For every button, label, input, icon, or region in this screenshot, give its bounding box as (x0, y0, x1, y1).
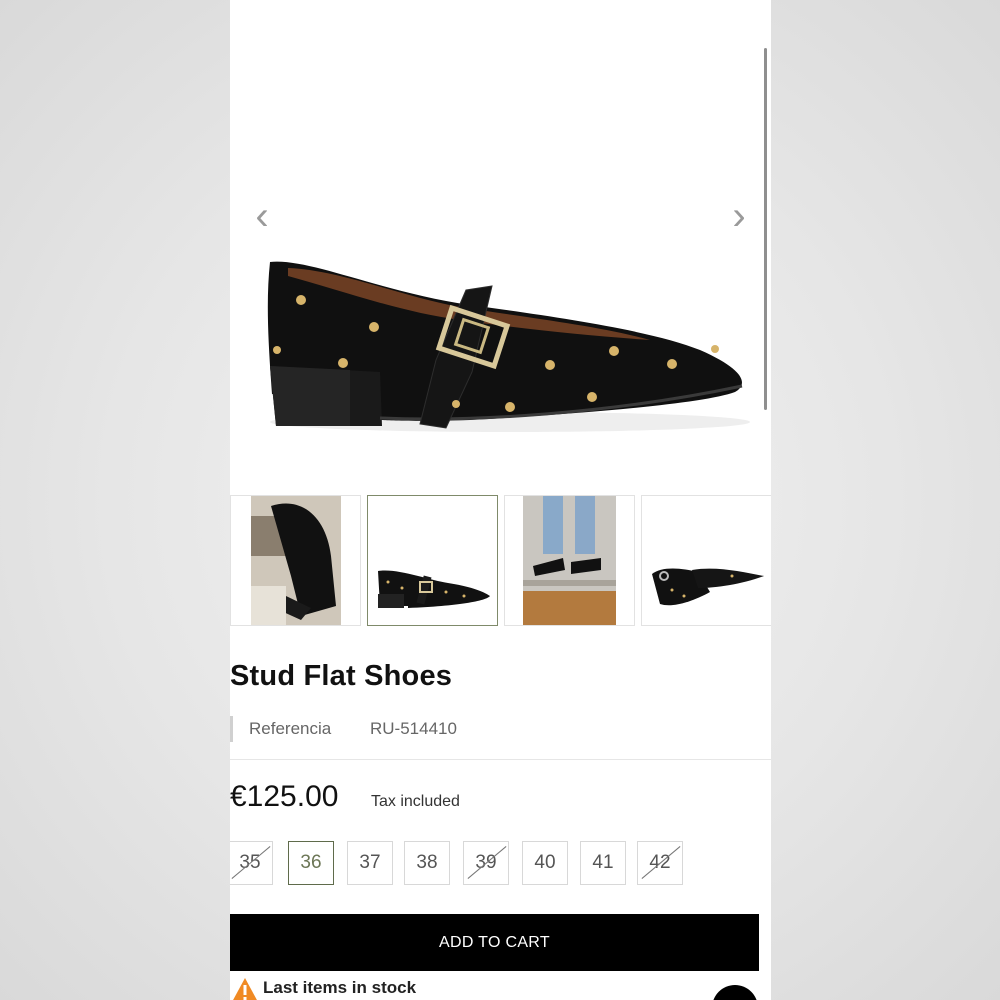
gallery-prev-arrow[interactable]: ‹ (247, 196, 277, 236)
scrollbar[interactable] (764, 48, 767, 410)
unavailable-strike (641, 846, 681, 879)
thumbnail-front-view[interactable] (641, 495, 771, 626)
product-title: Stud Flat Shoes (230, 660, 453, 692)
size-option[interactable]: 40 (522, 841, 568, 885)
reference-divider (230, 716, 233, 742)
size-option[interactable]: 39 (463, 841, 509, 885)
size-option[interactable]: 35 (230, 841, 273, 885)
main-product-image: ‹ › (230, 0, 771, 490)
tax-note: Tax included (371, 793, 460, 810)
thumbnail-image (251, 496, 341, 625)
product-price: €125.00 (230, 780, 339, 813)
thumbnail-side-view[interactable] (367, 495, 498, 626)
unavailable-strike (231, 846, 271, 879)
size-option[interactable]: 41 (580, 841, 626, 885)
size-label: 37 (359, 852, 381, 873)
thumbnail-lifestyle-sofa[interactable] (230, 495, 361, 626)
product-page: ‹ › Stud Flat Shoes Referencia RU-514410… (230, 0, 771, 1000)
size-option[interactable]: 38 (404, 841, 450, 885)
size-label: 38 (416, 852, 438, 873)
thumbnail-image (652, 568, 764, 606)
reference-value: RU-514410 (370, 719, 457, 738)
size-option[interactable]: 42 (637, 841, 683, 885)
size-label: 41 (592, 852, 614, 873)
thumbnail-street-wear[interactable] (504, 495, 635, 626)
stock-notice: Last items in stock (230, 976, 771, 1000)
size-option-selected[interactable]: 36 (288, 841, 334, 885)
thumbnail-image (378, 570, 490, 608)
gallery-next-arrow[interactable]: › (724, 196, 754, 236)
reference-label: Referencia (249, 719, 332, 738)
thumbnail-image (523, 496, 616, 625)
size-selector: 35 36 37 38 39 40 41 42 (230, 841, 771, 885)
thumbnail-strip (230, 495, 771, 626)
section-divider (230, 759, 771, 760)
stock-message: Last items in stock (263, 978, 417, 997)
unavailable-strike (467, 846, 507, 879)
shoe-image (267, 261, 750, 432)
size-label: 36 (300, 852, 322, 873)
warning-icon (233, 978, 257, 1000)
size-label: 40 (534, 852, 556, 873)
size-option[interactable]: 37 (347, 841, 393, 885)
add-to-cart-button[interactable]: ADD TO CART (230, 914, 759, 971)
